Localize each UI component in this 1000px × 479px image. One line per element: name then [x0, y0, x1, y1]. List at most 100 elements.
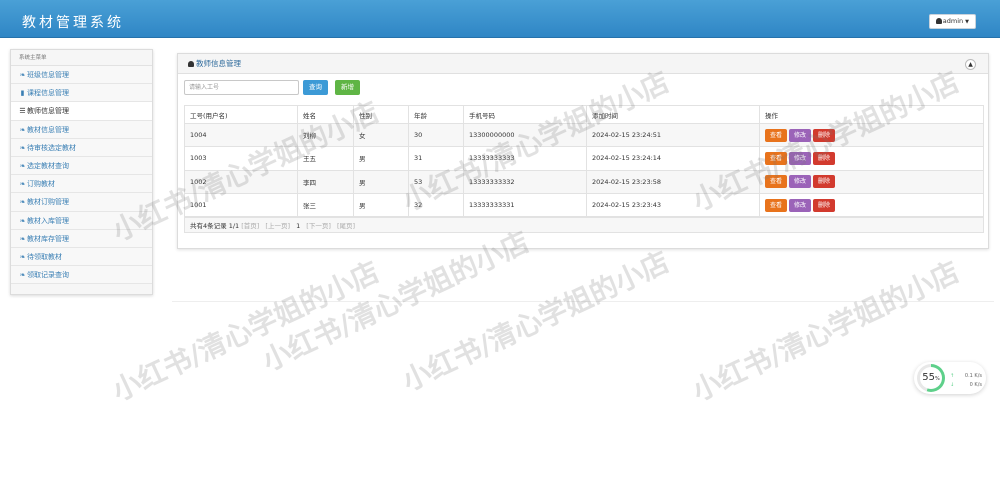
cell-gender: 男	[353, 169, 409, 194]
sidebar-item-label: 教材信息管理	[27, 125, 69, 134]
sidebar-item-collect-records[interactable]: ❧ 领取记录查询	[11, 266, 152, 285]
percent-sign: %	[934, 376, 940, 382]
top-navbar: 教材管理系统 admin ▼	[0, 0, 1000, 38]
search-input[interactable]	[184, 80, 299, 95]
download-speed: 0 K/s	[969, 382, 982, 388]
leaf-icon: ❧	[19, 71, 26, 79]
cell-actions: 查看 修改 删除	[759, 146, 984, 171]
cell-phone: 13333333332	[463, 169, 587, 194]
cell-added-time: 2024-02-15 23:23:58	[586, 169, 760, 194]
sidebar-item-label: 教材库存管理	[27, 234, 69, 243]
sidebar-item-label: 教师信息管理	[27, 107, 69, 116]
edit-button[interactable]: 修改	[789, 128, 812, 142]
panel-title: 教师信息管理	[196, 59, 241, 68]
leaf-icon: ❧	[19, 198, 26, 207]
cell-age: 31	[408, 146, 464, 171]
arrow-up-icon: ↑	[950, 373, 955, 379]
view-button[interactable]: 查看	[765, 151, 788, 165]
next-page-link[interactable]: [下一页]	[306, 222, 331, 230]
leaf-icon: ❧	[19, 125, 26, 134]
add-teacher-button[interactable]: 新增	[335, 80, 360, 95]
usage-gauge-value: 55%	[920, 367, 942, 389]
cell-gender: 男	[353, 192, 409, 218]
sidebar-item-stock-in[interactable]: ❧ 教材入库管理	[11, 211, 152, 230]
column-header: 性别	[353, 105, 409, 124]
content-divider	[172, 301, 994, 302]
bookmark-icon: ▮	[20, 89, 25, 98]
delete-button[interactable]: 删除	[813, 175, 836, 189]
column-header: 姓名	[297, 105, 354, 124]
sidebar-item-label: 课程信息管理	[27, 89, 69, 98]
cell-name: 张三	[297, 192, 354, 218]
delete-button[interactable]: 删除	[813, 128, 836, 142]
chevron-up-icon: ▲	[968, 61, 973, 68]
sidebar-item-course[interactable]: ▮ 课程信息管理	[11, 84, 152, 103]
current-page: 1	[296, 222, 301, 230]
caret-down-icon: ▼	[965, 19, 969, 25]
pagination-summary: 共有4条记录 1/1	[190, 222, 240, 230]
table-header-row: 工号(用户名) 姓名 性别 年龄 手机号码 添加时间 操作	[184, 105, 984, 124]
sidebar-item-class[interactable]: ❧ 班级信息管理	[11, 66, 152, 85]
cell-added-time: 2024-02-15 23:23:43	[586, 192, 760, 218]
pagination: 共有4条记录 1/1 [首页] [上一页] 1 [下一页] [尾页]	[184, 217, 984, 233]
sidebar-item-label: 班级信息管理	[27, 71, 69, 79]
sidebar-item-label: 选定教材查询	[27, 161, 69, 170]
delete-button[interactable]: 删除	[813, 198, 836, 212]
sidebar-item-selected-query[interactable]: ❧ 选定教材查询	[11, 156, 152, 176]
leaf-icon: ❧	[19, 161, 26, 170]
cell-added-time: 2024-02-15 23:24:14	[586, 146, 760, 171]
cell-actions: 查看 修改 删除	[759, 192, 984, 218]
cell-added-time: 2024-02-15 23:24:51	[586, 122, 760, 148]
last-page-link[interactable]: [尾页]	[337, 222, 355, 230]
sidebar-item-to-collect[interactable]: ❧ 待领取教材	[11, 247, 152, 267]
column-header: 年龄	[408, 105, 464, 124]
sidebar-item-pending-review[interactable]: ❧ 待审核选定教材	[11, 138, 152, 157]
cell-gender: 男	[353, 146, 409, 171]
sidebar-item-order-manage[interactable]: ❧ 教材订购管理	[11, 193, 152, 212]
usage-gauge: 55%	[917, 364, 945, 392]
sidebar-item-order[interactable]: ❧ 订购教材	[11, 175, 152, 194]
leaf-icon: ❧	[19, 252, 26, 261]
user-name: admin	[942, 17, 964, 25]
first-page-link[interactable]: [首页]	[241, 222, 259, 230]
teacher-table: 工号(用户名) 姓名 性别 年龄 手机号码 添加时间 操作 1004 刘柳 女 …	[184, 105, 984, 218]
search-button[interactable]: 查询	[303, 80, 328, 95]
leaf-icon: ❧	[19, 271, 26, 280]
view-button[interactable]: 查看	[765, 128, 788, 142]
network-speed-widget[interactable]: 55% ↑ 0.1 K/s ↓ 0 K/s	[914, 362, 986, 394]
sidebar-item-label: 订购教材	[27, 180, 55, 189]
view-button[interactable]: 查看	[765, 175, 788, 189]
watermark: 小红书/清心学姐的小店	[397, 245, 675, 398]
cell-gender: 女	[353, 122, 409, 148]
cell-id: 1002	[184, 169, 298, 194]
edit-button[interactable]: 修改	[789, 175, 812, 189]
cell-age: 53	[408, 169, 464, 194]
sidebar-menu: 系统主菜单 ❧ 班级信息管理 ▮ 课程信息管理 ☰教师信息管理 ❧ 教材信息管理 ❧ 待…	[10, 49, 153, 295]
teacher-panel: 教师信息管理 ▲ 查询 新增 工号(用户名) 姓名 性别 年龄 手机号码 添加时…	[177, 53, 989, 249]
user-menu-button[interactable]: admin ▼	[928, 14, 976, 29]
view-button[interactable]: 查看	[765, 198, 788, 212]
edit-button[interactable]: 修改	[789, 151, 812, 165]
leaf-icon: ❧	[19, 143, 26, 152]
sidebar-item-inventory[interactable]: ❧ 教材库存管理	[11, 229, 152, 248]
sidebar-item-textbook[interactable]: ❧ 教材信息管理	[11, 120, 152, 139]
download-speed-row: ↓ 0 K/s	[950, 382, 982, 388]
list-icon: ☰	[19, 107, 26, 116]
column-header: 添加时间	[586, 105, 760, 124]
user-icon	[188, 61, 194, 67]
upload-speed-row: ↑ 0.1 K/s	[950, 373, 982, 379]
cell-id: 1003	[184, 146, 298, 171]
sidebar-item-label: 教材入库管理	[27, 216, 69, 225]
table-row: 1001 张三 男 32 13333333331 2024-02-15 23:2…	[184, 192, 984, 218]
column-header: 手机号码	[463, 105, 587, 124]
table-row: 1002 李四 男 53 13333333332 2024-02-15 23:2…	[184, 169, 984, 194]
prev-page-link[interactable]: [上一页]	[265, 222, 290, 230]
edit-button[interactable]: 修改	[789, 198, 812, 212]
delete-button[interactable]: 删除	[813, 151, 836, 165]
sidebar-item-label: 领取记录查询	[27, 271, 69, 280]
sidebar-header: 系统主菜单	[11, 50, 152, 66]
collapse-button[interactable]: ▲	[965, 59, 976, 70]
sidebar-item-teacher[interactable]: ☰教师信息管理	[11, 102, 152, 121]
table-row: 1003 王五 男 31 13333333333 2024-02-15 23:2…	[184, 146, 984, 171]
cell-actions: 查看 修改 删除	[759, 169, 984, 194]
